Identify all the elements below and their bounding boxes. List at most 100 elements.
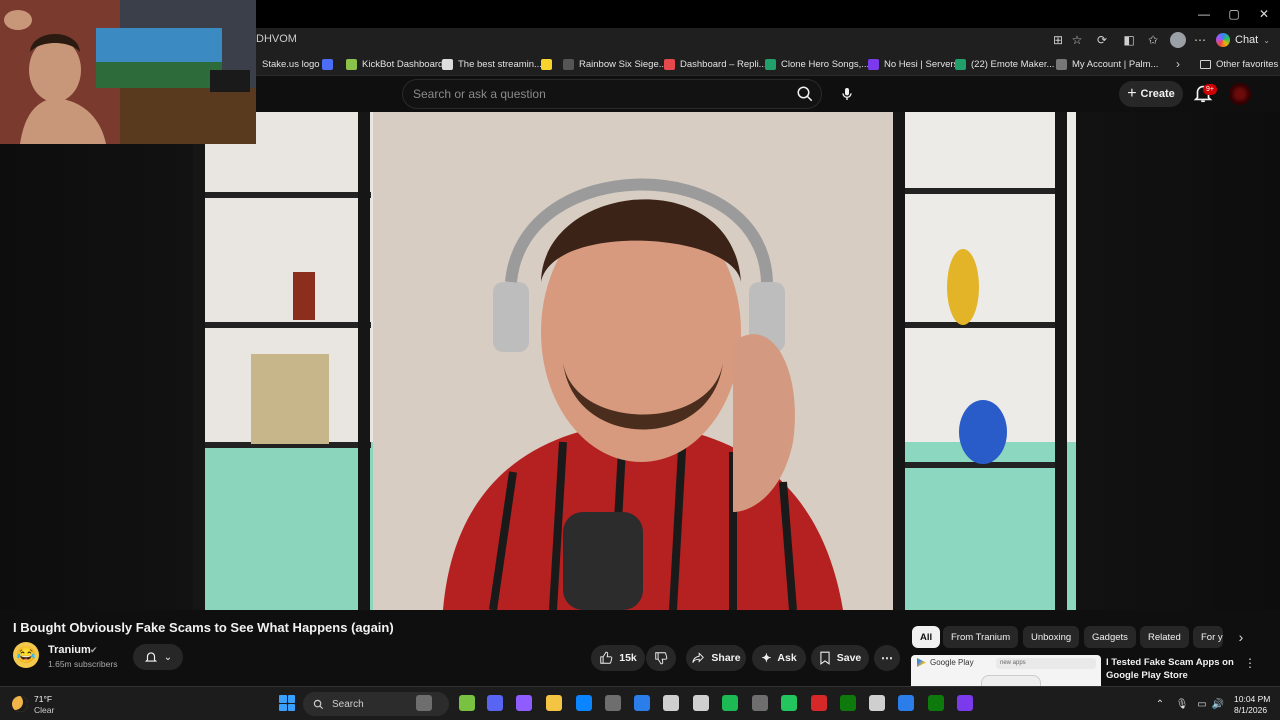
taskbar-search-label: Search xyxy=(332,698,364,710)
related-video-thumbnail[interactable]: Google Play new apps xyxy=(911,655,1101,686)
bookmark-label: Stake.us logo xyxy=(262,58,320,70)
taskbar-app-icon[interactable] xyxy=(546,695,562,711)
create-button[interactable]: + Create xyxy=(1119,81,1183,107)
split-screen-icon[interactable]: ◧ xyxy=(1121,32,1137,48)
clock-time[interactable]: 10:04 PM xyxy=(1234,694,1270,704)
share-button[interactable]: Share xyxy=(686,645,746,671)
webcam-illustration xyxy=(0,0,256,144)
taskbar-app-icon[interactable] xyxy=(869,695,885,711)
bookmark-item[interactable] xyxy=(322,56,333,72)
bookmark-item[interactable]: (22) Emote Maker... xyxy=(955,56,1054,72)
taskbar-app-icon[interactable] xyxy=(487,695,503,711)
save-button[interactable]: Save xyxy=(811,645,869,671)
copilot-chat-button[interactable]: Chat ⌄ xyxy=(1216,31,1270,49)
bookmark-label: KickBot Dashboard xyxy=(362,58,444,70)
windows-start-icon[interactable] xyxy=(279,695,295,711)
taskbar-app-icon[interactable] xyxy=(957,695,973,711)
bookmark-favicon-icon xyxy=(442,58,453,70)
network-icon[interactable]: ▭ xyxy=(1196,698,1208,710)
bookmark-item[interactable]: Clone Hero Songs,... xyxy=(765,56,869,72)
save-label: Save xyxy=(836,652,862,664)
tab-actions-icon[interactable]: ⊞ xyxy=(1050,32,1066,48)
taskbar-app-icon[interactable] xyxy=(722,695,738,711)
bookmarks-overflow-icon[interactable]: › xyxy=(1170,56,1186,72)
channel-avatar[interactable]: 😂 xyxy=(13,642,39,668)
search-icon xyxy=(313,699,324,709)
taskbar-app-icon[interactable] xyxy=(752,695,768,711)
search-placeholder: Search or ask a question xyxy=(413,87,546,101)
notification-count-badge: 9+ xyxy=(1203,84,1217,95)
bookmark-label: The best streamin... xyxy=(458,58,542,70)
bookmark-item[interactable]: Stake.us logo xyxy=(262,56,320,72)
chip-all[interactable]: All xyxy=(912,626,941,648)
taskbar-app-icon[interactable] xyxy=(840,695,856,711)
bookmark-item[interactable]: No Hesi | Servers xyxy=(868,56,958,72)
subscriber-count: 1.65m subscribers xyxy=(48,659,118,669)
bookmark-item[interactable]: Rainbow Six Siege... xyxy=(563,56,667,72)
bookmark-favicon-icon xyxy=(346,58,357,70)
like-button[interactable]: 15k xyxy=(591,645,645,671)
bookmark-item[interactable]: KickBot Dashboard xyxy=(346,56,443,72)
chevron-down-icon: ⌄ xyxy=(1263,35,1270,45)
other-favorites[interactable]: Other favorites xyxy=(1200,56,1278,72)
chip-from-tranium[interactable]: From Tranium xyxy=(943,626,1019,648)
ask-button[interactable]: ✦ Ask xyxy=(752,645,806,671)
microphone-tray-icon[interactable]: 🎙 xyxy=(1176,698,1189,710)
chips-next-arrow-icon[interactable]: › xyxy=(1232,628,1250,646)
bookmark-item[interactable]: My Account | Palm... xyxy=(1056,56,1158,72)
dislike-button[interactable] xyxy=(646,645,676,671)
chip-related[interactable]: Related xyxy=(1140,626,1189,648)
search-icon xyxy=(797,86,813,102)
bookmark-favicon-icon xyxy=(322,58,333,70)
tray-overflow-icon[interactable]: ⌃ xyxy=(1154,698,1166,710)
url-text[interactable]: DHVOM xyxy=(256,33,297,45)
weather-moon-icon[interactable] xyxy=(12,696,28,712)
chip-gadgets[interactable]: Gadgets xyxy=(1084,626,1136,648)
related-video-menu-icon[interactable]: ⋮ xyxy=(1244,656,1256,672)
weather-temperature[interactable]: 71°F xyxy=(34,694,52,704)
thumb-search-field: new apps xyxy=(996,658,1096,669)
taskbar-app-icon[interactable] xyxy=(693,695,709,711)
search-button[interactable] xyxy=(792,82,818,106)
favorites-icon[interactable]: ✩ xyxy=(1145,32,1161,48)
taskbar-app-icon[interactable] xyxy=(516,695,532,711)
verified-badge-icon: ✔ xyxy=(90,645,98,655)
bookmark-favicon-icon xyxy=(765,58,776,70)
chip-for-you[interactable]: For y xyxy=(1193,626,1223,648)
taskbar-app-icon[interactable] xyxy=(416,695,432,711)
chip-unboxing[interactable]: Unboxing xyxy=(1023,626,1080,648)
bookmark-item[interactable]: The best streamin... xyxy=(442,56,542,72)
close-window-button[interactable]: ✕ xyxy=(1248,0,1280,28)
thumbs-up-icon xyxy=(600,651,613,664)
volume-icon[interactable]: 🔊 xyxy=(1212,698,1224,710)
weather-description[interactable]: Clear xyxy=(34,705,54,715)
extensions-icon[interactable]: ⟳ xyxy=(1094,32,1110,48)
share-icon xyxy=(692,652,705,663)
voice-search-button[interactable] xyxy=(834,81,860,107)
minimize-button[interactable]: — xyxy=(1188,0,1220,28)
video-player[interactable] xyxy=(193,112,1076,610)
plus-icon: + xyxy=(1127,85,1137,102)
profile-avatar[interactable] xyxy=(1170,32,1186,48)
taskbar-app-icon[interactable] xyxy=(459,695,475,711)
favorite-star-icon[interactable]: ☆ xyxy=(1069,32,1085,48)
taskbar-app-icon[interactable] xyxy=(781,695,797,711)
taskbar-app-icon[interactable] xyxy=(634,695,650,711)
taskbar-app-icon[interactable] xyxy=(811,695,827,711)
taskbar-app-icon[interactable] xyxy=(605,695,621,711)
taskbar-app-icon[interactable] xyxy=(928,695,944,711)
related-video-title[interactable]: I Tested Fake Scam Apps on Google Play S… xyxy=(1106,656,1234,682)
channel-name[interactable]: Tranium xyxy=(48,644,91,656)
more-actions-button[interactable]: ⋯ xyxy=(874,645,900,671)
taskbar-app-icon[interactable] xyxy=(663,695,679,711)
subscription-bell-button[interactable]: ⌄ xyxy=(133,644,183,670)
taskbar-app-icon[interactable] xyxy=(576,695,592,711)
bookmark-item[interactable] xyxy=(541,56,552,72)
clock-date[interactable]: 8/1/2026 xyxy=(1234,705,1267,715)
bookmark-item[interactable]: Dashboard – Repli... xyxy=(664,56,767,72)
bookmark-favicon-icon xyxy=(868,58,879,70)
taskbar-app-icon[interactable] xyxy=(898,695,914,711)
maximize-button[interactable]: ▢ xyxy=(1218,0,1250,28)
more-menu-icon[interactable]: ⋯ xyxy=(1192,32,1208,48)
account-avatar[interactable] xyxy=(1229,83,1251,105)
